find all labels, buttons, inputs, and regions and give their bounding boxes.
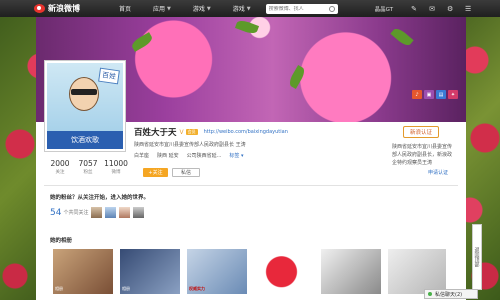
chevron-down-icon: ▼ — [206, 5, 211, 12]
common-following-count[interactable]: 54 — [50, 208, 61, 218]
chevron-down-icon: ▼ — [246, 5, 251, 12]
album-photo-label: 权威实力 — [189, 286, 205, 291]
back-to-top-tab[interactable]: 返回顶部 — [472, 224, 482, 290]
stat-posts-label: 微博 — [111, 170, 121, 175]
current-user-link[interactable]: 晶晶GT — [375, 5, 393, 13]
album-photo-label: 相册 — [122, 286, 130, 291]
nav-games[interactable]: 游戏 ▼ — [182, 4, 222, 14]
album-photo[interactable]: 相册 — [53, 249, 113, 294]
profile-stats: 2000 关注 7057 粉丝 11000 微博 — [46, 159, 130, 175]
music-icon[interactable]: ♪ — [412, 90, 422, 99]
profile-name: 百姓大于天 — [134, 128, 177, 138]
chat-bar[interactable]: 私信聊天(2) — [424, 289, 478, 299]
profile-panel: ♪ ▣ ▤ ✦ 百姓 饮酒欢歌 2000 关注 7057 粉丝 11000 微博 — [36, 17, 466, 300]
album-section-title: 她的相册 — [50, 238, 73, 244]
nav-games-2-label: 游戏 — [232, 6, 245, 13]
follow-button[interactable]: +关注 — [143, 168, 168, 177]
meta-zodiac: 白羊座 — [134, 153, 150, 159]
album-photo[interactable]: 权威实力 — [187, 249, 247, 294]
meta-company: 公司陕西省延... — [186, 153, 222, 159]
avatar-tag: 百姓 — [98, 67, 120, 85]
section-divider — [44, 185, 458, 186]
nav-apps-label: 应用 — [153, 6, 166, 13]
avatar-caption: 饮酒欢歌 — [47, 131, 123, 149]
stat-following-label: 关注 — [55, 170, 65, 175]
profile-meta: 白羊座 陕西 延安 公司陕西省延... 标签 ▾ — [134, 152, 288, 159]
apply-verify-link[interactable]: 申请认证 — [386, 169, 456, 176]
common-user-avatar[interactable] — [119, 207, 131, 218]
mail-icon[interactable]: ✉ — [425, 3, 439, 15]
member-badge[interactable]: 会员 — [185, 129, 198, 135]
leaf-decoration — [287, 64, 307, 90]
edit-icon[interactable]: ✎ — [407, 3, 421, 15]
stat-followers[interactable]: 7057 粉丝 — [74, 159, 102, 175]
chevron-down-icon: ▼ — [167, 5, 171, 12]
message-button[interactable]: 私信 — [172, 168, 200, 177]
common-following-label: 个共同关注 — [63, 210, 89, 216]
logo-text: 新浪微博 — [48, 4, 80, 13]
leaf-decoration — [390, 26, 414, 48]
nav-games-2[interactable]: 游戏 ▼ — [222, 4, 262, 14]
stat-posts-count: 11000 — [104, 159, 128, 168]
album-photo-label: 相册 — [55, 286, 63, 291]
profile-info: 百姓大于天 V 会员 http://weibo.com/baixingdayut… — [134, 126, 288, 159]
verification-text: 陕西省延安市宜川县委宣传部人民政府副县长，新浪政企特约观察员王涛 — [392, 144, 453, 166]
profile-url-link[interactable]: http://weibo.com/baixingdayutian — [204, 129, 288, 135]
leaf-decoration — [234, 18, 260, 36]
verification-card: 新浪认证 陕西省延安市宜川县委宣传部人民政府副县长，新浪政企特约观察员王涛 申请… — [386, 126, 456, 176]
photo-icon[interactable]: ▣ — [424, 90, 434, 99]
follow-prompt: 她的粉丝？从关注开始，进入她的世界。 — [50, 195, 150, 201]
gear-icon[interactable]: ⚙ — [443, 3, 457, 15]
meta-location: 陕西 延安 — [157, 153, 179, 159]
chat-bar-label: 私信聊天(2) — [435, 291, 463, 298]
stat-following-count: 2000 — [50, 159, 70, 168]
weibo-logo[interactable]: 新浪微博 — [34, 3, 80, 14]
nav-home[interactable]: 首页 — [108, 4, 142, 13]
vip-verified-icon: V — [179, 128, 184, 136]
cover-icon-group: ♪ ▣ ▤ ✦ — [410, 90, 458, 99]
avatar-image: 百姓 — [47, 63, 123, 131]
leaf-decoration — [129, 32, 155, 52]
weibo-eye-icon — [34, 4, 45, 13]
stat-followers-label: 粉丝 — [83, 170, 93, 175]
profile-description: 陕西省延安市宜川县委宣传部人民政府副县长 王涛 — [134, 142, 246, 148]
top-navigation-bar: 新浪微博 首页 应用▼ 游戏▼ 游戏▼ 晶晶GT ✎ ✉ ⚙ ☰ — [0, 0, 500, 17]
name-line: 百姓大于天 V 会员 http://weibo.com/baixingdayut… — [134, 126, 288, 138]
online-status-icon — [428, 292, 432, 296]
common-user-avatar[interactable] — [133, 207, 145, 218]
search-icon[interactable] — [328, 5, 335, 12]
nav-games-label: 游戏 — [192, 6, 205, 13]
search-input[interactable] — [268, 5, 325, 12]
nav-home-label: 首页 — [119, 6, 132, 13]
nav-apps[interactable]: 应用 ▼ — [142, 4, 182, 14]
list-icon[interactable]: ☰ — [461, 3, 475, 15]
common-user-avatar[interactable] — [105, 207, 117, 218]
gift-icon[interactable]: ✦ — [448, 90, 458, 99]
album-photo[interactable]: 相册 — [120, 249, 180, 294]
main-nav: 首页 应用 ▼ 游戏 ▼ 游戏 ▼ — [108, 4, 262, 14]
avatar[interactable]: 百姓 饮酒欢歌 — [44, 60, 126, 152]
stat-posts[interactable]: 11000 微博 — [102, 159, 130, 175]
stat-followers-count: 7057 — [78, 159, 98, 168]
avatar-glasses-graphic — [71, 89, 97, 95]
meta-tags-link[interactable]: 标签 ▾ — [229, 152, 243, 159]
common-following: 54 个共同关注 — [50, 207, 145, 218]
album-photo[interactable] — [388, 249, 446, 294]
album-photo[interactable] — [321, 249, 381, 294]
common-user-avatar[interactable] — [91, 207, 103, 218]
top-icon-group: ✎ ✉ ⚙ ☰ — [405, 3, 477, 15]
album-photo[interactable] — [254, 247, 309, 292]
stat-following[interactable]: 2000 关注 — [46, 159, 74, 175]
sina-verify-badge[interactable]: 新浪认证 — [402, 126, 439, 138]
profile-card-icon[interactable]: ▤ — [436, 90, 446, 99]
search-box — [265, 3, 338, 14]
